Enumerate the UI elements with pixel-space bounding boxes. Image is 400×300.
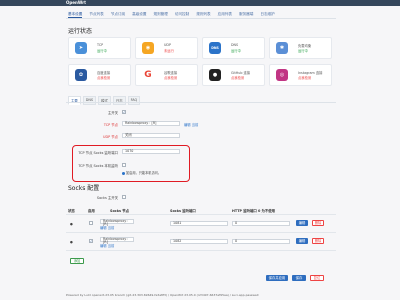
instagram-icon: ◎: [276, 69, 288, 81]
socks-header-http-port: HTTP 监听端口 0 为不使用: [232, 209, 276, 213]
socks-row2-port-input[interactable]: 1082: [170, 239, 228, 244]
subtabs-divider: [66, 102, 336, 103]
network-icon: ✱: [276, 42, 288, 54]
status-card-status[interactable]: 点我检测: [298, 75, 311, 80]
udp-node-label: UDP 节点: [103, 135, 118, 139]
subtab-log[interactable]: 日志: [112, 96, 126, 105]
reset-button[interactable]: 复位: [310, 275, 324, 281]
socks-row2-divider: [66, 250, 336, 251]
socks-header-divider: [66, 214, 336, 215]
tcp-node-edit-link[interactable]: 编辑 当前: [184, 122, 198, 127]
socks-row2-edit-button[interactable]: 编辑: [296, 238, 308, 244]
status-card-title: UDP: [164, 43, 171, 47]
brand-title[interactable]: OpenWrt: [66, 0, 86, 6]
status-card-status: 运行中: [298, 49, 308, 53]
top-bar: OpenWrt: [0, 0, 400, 6]
socks-row2-delete-button[interactable]: 删除: [312, 238, 324, 244]
socks-row1-divider: [66, 232, 336, 233]
tab-advanced-settings[interactable]: 高级设置: [132, 10, 146, 18]
socks-remote-hint: 如启用，只能本机访问。: [122, 170, 161, 175]
status-card-title: DNS: [231, 43, 239, 47]
status-card-status[interactable]: 点我检测: [164, 75, 177, 80]
udp-node-select[interactable]: 关闭: [122, 133, 180, 138]
socks-row2-http-port-input[interactable]: 0: [232, 239, 290, 244]
socks-row1-edit-button[interactable]: 编辑: [296, 220, 308, 226]
socks-row2-enabled-checkbox[interactable]: ✓: [89, 239, 93, 243]
subtab-dns[interactable]: DNS: [82, 96, 97, 105]
info-icon: [122, 171, 125, 175]
subtab-main[interactable]: 主要: [68, 96, 81, 105]
status-card-status: 运行中: [97, 49, 107, 53]
socks-master-switch-label: Socks 主开关: [96, 196, 118, 200]
running-status-title: 运行状态: [68, 28, 93, 35]
master-switch-label: 主开关: [107, 111, 118, 115]
socks-master-switch-checkbox[interactable]: [122, 195, 126, 199]
socks-remote-label: TCP 节点 Socks 本机监听: [78, 164, 118, 168]
status-card-7[interactable]: ◎ Instagram 连接 点我检测: [269, 64, 332, 86]
socks-port-label: TCP 节点 Socks 监听端口: [78, 151, 118, 155]
tcp-node-select[interactable]: Rainbowproxy：[R]: [122, 121, 180, 126]
status-card-2[interactable]: DNS DNS 运行中: [202, 37, 265, 59]
socks-header-node: Socks 节点: [110, 209, 130, 213]
tab-app-list[interactable]: 应用列表: [218, 10, 232, 18]
paper-plane-icon: ➤: [75, 42, 87, 54]
socks-row2-edit-link[interactable]: 编辑 当前: [100, 243, 114, 248]
socks-config-title: Socks 配置: [68, 185, 100, 192]
socks-add-button[interactable]: 添加: [70, 258, 84, 264]
socks-row1-enabled-checkbox[interactable]: [89, 221, 93, 225]
status-card-title: TCP: [97, 43, 104, 47]
tab-rule-manage[interactable]: 规则管理: [154, 10, 168, 18]
socks-row1-port-input[interactable]: 1081: [170, 221, 228, 226]
github-icon: ●: [209, 69, 221, 81]
tab-access-control[interactable]: 访问控制: [175, 10, 189, 18]
save-apply-button[interactable]: 保存并应用: [266, 275, 288, 281]
sub-tabs: 主要 DNS 模式 日志 FAQ: [68, 96, 141, 105]
status-card-3[interactable]: ✱ 负载均衡 运行中: [269, 37, 332, 59]
socks-header-enabled: 启用: [88, 209, 95, 213]
socks-port-input[interactable]: 1070: [122, 149, 180, 154]
main-tabs: 基本设置 节点列表 节点订阅 高级设置 规则管理 访问控制 规则列表 应用列表 …: [68, 10, 275, 18]
dns-icon: DNS: [209, 42, 221, 54]
socks-row1-edit-link[interactable]: 编辑 当前: [100, 225, 114, 230]
tab-rule-list[interactable]: 规则列表: [196, 10, 210, 18]
socks-row1-delete-button[interactable]: 删除: [312, 220, 324, 226]
save-button[interactable]: 保存: [292, 275, 306, 281]
socks-header-socks-port: Socks 监听端口: [170, 209, 196, 213]
socks-header-status: 状态: [68, 209, 75, 213]
status-card-1[interactable]: ◉ UDP 未运行: [135, 37, 198, 59]
tab-server[interactable]: 服务器端: [239, 10, 253, 18]
footer-text: Powered by LuCI openwrt-23.05 branch (gi…: [66, 293, 259, 297]
socks-row2-node-select[interactable]: Rainbowproxy：[R]: [100, 237, 134, 244]
tab-log[interactable]: 日志维护: [260, 10, 274, 18]
tabs-divider: [66, 18, 336, 19]
gamepad-icon: ◉: [142, 42, 154, 54]
socks-remote-hint-text: 如启用，只能本机访问。: [126, 171, 162, 175]
socks-row1-node-select[interactable]: Rainbowproxy：[R]: [100, 219, 134, 226]
tab-node-subscribe[interactable]: 节点订阅: [111, 10, 125, 18]
tab-basic-settings[interactable]: 基本设置: [68, 10, 83, 18]
google-icon: G: [142, 69, 154, 81]
socks-row2-status-dot: ●: [70, 240, 73, 244]
subtab-faq[interactable]: FAQ: [127, 96, 141, 105]
master-switch-checkbox[interactable]: ✓: [122, 110, 126, 114]
status-card-status[interactable]: 点我检测: [231, 75, 244, 80]
status-card-6[interactable]: ● GitHub 连接 点我检测: [202, 64, 265, 86]
status-card-status: 运行中: [231, 49, 241, 53]
baidu-paw-icon: ✿: [75, 69, 87, 81]
status-card-status: 未运行: [164, 49, 174, 53]
status-card-5[interactable]: G 谷歌连接 点我检测: [135, 64, 198, 86]
status-card-0[interactable]: ➤ TCP 运行中: [68, 37, 131, 59]
status-card-4[interactable]: ✿ 百度连接 点我检测: [68, 64, 131, 86]
tcp-node-label: TCP 节点: [103, 123, 118, 127]
socks-remote-checkbox[interactable]: [122, 163, 126, 167]
tab-node-list[interactable]: 节点列表: [89, 10, 103, 18]
status-card-status[interactable]: 点我检测: [97, 75, 110, 80]
socks-row1-http-port-input[interactable]: 0: [232, 221, 290, 226]
subtab-mode[interactable]: 模式: [98, 96, 111, 105]
socks-row1-status-dot: ●: [70, 222, 73, 226]
